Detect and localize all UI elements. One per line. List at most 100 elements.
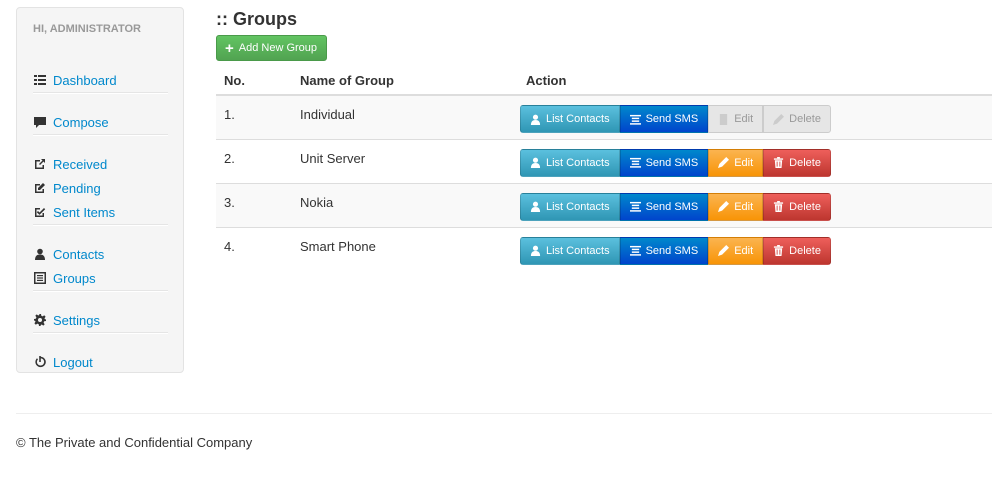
delete-button[interactable]: Delete xyxy=(763,148,831,177)
delete-label: Delete xyxy=(789,200,821,213)
action-button-group: List Contacts Send SMS Edit Delete xyxy=(520,236,831,265)
divider xyxy=(33,332,168,334)
edit-button[interactable]: Edit xyxy=(708,148,764,177)
sidebar-item-label: Received xyxy=(53,156,108,172)
list-contacts-button[interactable]: List Contacts xyxy=(520,105,620,133)
row-actions: List Contacts Send SMS Edit Delete xyxy=(518,226,992,271)
table-row: 3. Nokia List Contacts Send SMS Edit Delete xyxy=(216,182,992,227)
delete-label: Delete xyxy=(789,113,821,125)
sidebar-item-label: Compose xyxy=(53,114,109,130)
sidebar-item-received[interactable]: Received xyxy=(33,154,107,174)
row-actions: List Contacts Send SMS Edit Delete xyxy=(518,182,992,227)
sidebar-item-settings[interactable]: Settings xyxy=(33,310,100,330)
sidebar-item-label: Pending xyxy=(53,180,101,196)
trash-icon xyxy=(773,201,784,212)
align-justify-icon xyxy=(629,114,641,125)
sidebar-item-contacts[interactable]: Contacts xyxy=(33,244,104,264)
table-row: 2. Unit Server List Contacts Send SMS Edit De… xyxy=(216,138,992,183)
edit-label: Edit xyxy=(734,156,754,169)
list-contacts-label: List Contacts xyxy=(546,113,610,125)
comment-icon xyxy=(33,115,47,129)
edit-button[interactable]: Edit xyxy=(708,236,764,265)
column-header-no: No. xyxy=(216,66,292,96)
divider xyxy=(33,134,168,136)
power-icon xyxy=(33,355,47,369)
sidebar-item-label: Groups xyxy=(53,270,96,286)
pencil-icon xyxy=(718,201,730,212)
plus-icon: + xyxy=(225,39,234,57)
edit-label: Edit xyxy=(734,113,754,125)
send-sms-button[interactable]: Send SMS xyxy=(619,236,709,265)
row-actions: List Contacts Send SMS Edit Delete xyxy=(518,94,992,139)
action-button-group: List Contacts Send SMS Edit Delete xyxy=(520,148,831,177)
edit-icon xyxy=(33,181,47,195)
sidebar-item-pending[interactable]: Pending xyxy=(33,178,101,198)
group-name: Smart Phone xyxy=(292,226,518,271)
add-new-group-label: Add New Group xyxy=(238,42,318,54)
column-header-action: Action xyxy=(518,66,992,96)
sidebar-item-compose[interactable]: Compose xyxy=(33,112,109,132)
row-actions: List Contacts Send SMS Edit Delete xyxy=(518,138,992,183)
row-number: 3. xyxy=(216,182,292,227)
row-number: 1. xyxy=(216,94,292,139)
user-icon xyxy=(530,201,541,212)
sidebar-item-groups[interactable]: Groups xyxy=(33,268,96,288)
sidebar-item-label: Settings xyxy=(53,312,100,328)
align-justify-icon xyxy=(629,245,641,256)
divider xyxy=(33,224,168,226)
edit-button[interactable]: Edit xyxy=(708,192,764,221)
row-number: 2. xyxy=(216,138,292,183)
list-contacts-button[interactable]: List Contacts xyxy=(520,236,620,265)
send-sms-label: Send SMS xyxy=(645,244,699,257)
sidebar-item-sent-items[interactable]: Sent Items xyxy=(33,202,115,222)
edit-label: Edit xyxy=(734,200,754,213)
user-icon xyxy=(33,247,47,261)
table-row: 4. Smart Phone List Contacts Send SMS Edit De… xyxy=(216,226,992,271)
delete-button[interactable]: Delete xyxy=(763,192,831,221)
edit-label: Edit xyxy=(734,244,754,257)
sidebar-item-label: Dashboard xyxy=(53,72,117,88)
group-name: Individual xyxy=(292,94,518,139)
sidebar-item-logout[interactable]: Logout xyxy=(33,352,93,372)
sidebar-item-dashboard[interactable]: Dashboard xyxy=(33,70,117,90)
align-justify-icon xyxy=(629,201,641,212)
sidebar: Hi, Administrator Dashboard Compose Rece… xyxy=(16,7,184,373)
pencil-icon xyxy=(718,245,730,256)
sidebar-item-label: Sent Items xyxy=(53,204,116,220)
delete-button[interactable]: Delete xyxy=(763,236,831,265)
list-contacts-button[interactable]: List Contacts xyxy=(520,192,620,221)
user-icon xyxy=(530,157,541,168)
send-sms-button[interactable]: Send SMS xyxy=(619,192,709,221)
edit-button[interactable]: Edit xyxy=(708,105,764,133)
send-sms-label: Send SMS xyxy=(645,200,699,213)
pencil-icon xyxy=(773,113,785,125)
send-sms-label: Send SMS xyxy=(645,113,699,125)
action-button-group: List Contacts Send SMS Edit Delete xyxy=(520,192,831,221)
group-name: Unit Server xyxy=(292,138,518,183)
add-new-group-button[interactable]: + Add New Group xyxy=(216,35,328,61)
footer-divider xyxy=(16,413,992,414)
file-icon xyxy=(718,113,729,125)
user-icon xyxy=(530,245,541,256)
align-justify-icon xyxy=(629,157,641,168)
trash-icon xyxy=(773,157,784,168)
delete-label: Delete xyxy=(789,244,821,257)
send-sms-button[interactable]: Send SMS xyxy=(619,105,709,133)
send-sms-button[interactable]: Send SMS xyxy=(619,148,709,177)
divider xyxy=(33,290,168,292)
delete-label: Delete xyxy=(789,156,821,169)
share-icon xyxy=(33,157,47,171)
delete-button[interactable]: Delete xyxy=(763,105,831,133)
table-row: 1. Individual List Contacts Send SMS Edit Del… xyxy=(216,94,992,139)
trash-icon xyxy=(773,245,784,256)
list-contacts-button[interactable]: List Contacts xyxy=(520,148,620,177)
send-sms-label: Send SMS xyxy=(645,156,699,169)
page-title: :: Groups xyxy=(216,9,297,29)
list-contacts-label: List Contacts xyxy=(546,156,610,169)
action-button-group: List Contacts Send SMS Edit Delete xyxy=(520,105,831,133)
sidebar-item-label: Logout xyxy=(53,354,93,370)
list-contacts-label: List Contacts xyxy=(546,200,610,213)
divider xyxy=(33,92,168,94)
groups-table: No. Name of Group Action 1. Individual Lis… xyxy=(216,66,992,271)
list-icon xyxy=(33,73,47,87)
